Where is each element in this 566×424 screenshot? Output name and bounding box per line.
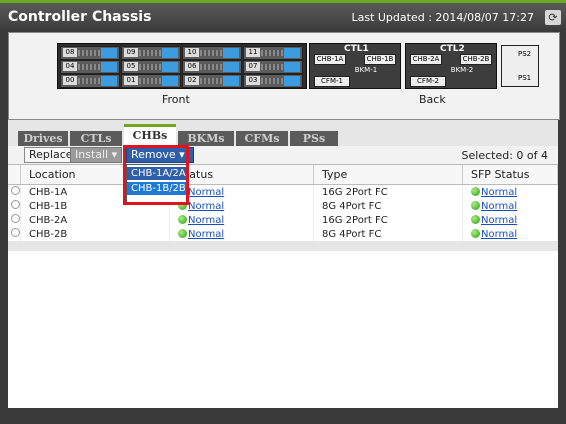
status-ok-icon bbox=[471, 229, 480, 238]
drive-slot[interactable]: 00 bbox=[60, 74, 120, 88]
location-cell: CHB-2A bbox=[20, 213, 170, 227]
chb-1a[interactable]: CHB-1A bbox=[314, 54, 346, 65]
drive-slot[interactable]: 01 bbox=[121, 74, 181, 88]
status-ok-icon bbox=[178, 215, 187, 224]
status-header[interactable]: Status bbox=[169, 165, 314, 185]
drive-slot[interactable]: 05 bbox=[121, 60, 181, 74]
sfp-status-link[interactable]: Normal bbox=[481, 215, 517, 226]
location-cell: CHB-2B bbox=[20, 227, 170, 241]
ps2-label: PS2 bbox=[518, 50, 532, 58]
status-link[interactable]: Normal bbox=[188, 215, 224, 226]
tab-pss[interactable]: PSs bbox=[290, 131, 338, 146]
remove-dropdown-menu: CHB-1A/2A CHB-1B/2B bbox=[126, 164, 188, 204]
chassis-view: 08 09 10 11 04 05 06 07 00 01 02 03 Fron… bbox=[8, 32, 560, 120]
status-link[interactable]: Normal bbox=[188, 187, 224, 198]
drive-slot[interactable]: 07 bbox=[243, 60, 303, 74]
page-title: Controller Chassis bbox=[8, 9, 152, 25]
sfp-status-header[interactable]: SFP Status bbox=[462, 165, 558, 185]
drive-slot[interactable]: 03 bbox=[243, 74, 303, 88]
row-radio[interactable] bbox=[11, 200, 20, 209]
drive-slot[interactable]: 11 bbox=[243, 46, 303, 60]
status-ok-icon bbox=[178, 229, 187, 238]
drive-slot[interactable]: 10 bbox=[182, 46, 242, 60]
row-radio[interactable] bbox=[11, 214, 20, 223]
chb-table: Location Status Type SFP Status CHB-1A N… bbox=[8, 165, 558, 241]
select-column-header bbox=[8, 165, 21, 185]
refresh-icon[interactable]: ⟳ bbox=[545, 10, 561, 25]
tab-chbs[interactable]: CHBs bbox=[124, 124, 176, 146]
drive-slot[interactable]: 09 bbox=[121, 46, 181, 60]
tab-bkms[interactable]: BKMs bbox=[178, 131, 234, 146]
cfm-2[interactable]: CFM-2 bbox=[410, 76, 446, 87]
toolbar: Replace Install ▾ Remove ▾ Selected: 0 o… bbox=[8, 146, 558, 165]
table-row[interactable]: CHB-1A Normal 16G 2Port FC Normal bbox=[8, 184, 558, 199]
last-updated: Last Updated : 2014/08/07 17:27 bbox=[351, 11, 534, 24]
chevron-down-icon: ▾ bbox=[111, 148, 118, 161]
table-row[interactable]: CHB-2B Normal 8G 4Port FC Normal bbox=[8, 227, 558, 241]
drive-slot[interactable]: 06 bbox=[182, 60, 242, 74]
tab-drives[interactable]: Drives bbox=[18, 131, 68, 146]
status-ok-icon bbox=[471, 187, 480, 196]
back-panel: CTL1 CHB-1A CHB-1B BKM-1 CFM-1 CTL2 CHB-… bbox=[309, 43, 559, 89]
bkm-2[interactable]: BKM-2 bbox=[434, 66, 490, 74]
back-label: Back bbox=[419, 93, 446, 106]
chb-2a[interactable]: CHB-2A bbox=[410, 54, 442, 65]
title-bar: Controller Chassis Last Updated : 2014/0… bbox=[0, 3, 566, 30]
status-link[interactable]: Normal bbox=[188, 229, 224, 240]
type-cell: 8G 4Port FC bbox=[313, 199, 463, 213]
ctl1-module[interactable]: CTL1 CHB-1A CHB-1B BKM-1 CFM-1 bbox=[309, 43, 401, 89]
sfp-status-link[interactable]: Normal bbox=[481, 229, 517, 240]
type-cell: 8G 4Port FC bbox=[313, 227, 463, 241]
tab-ctls[interactable]: CTLs bbox=[70, 131, 122, 146]
table-row[interactable]: CHB-1B Normal 8G 4Port FC Normal bbox=[8, 199, 558, 213]
table-empty-area bbox=[8, 251, 558, 408]
component-panel: Drives CTLs CHBs BKMs CFMs PSs Replace I… bbox=[8, 120, 558, 408]
drive-slot[interactable]: 02 bbox=[182, 74, 242, 88]
ctl2-module[interactable]: CTL2 CHB-2A CHB-2B BKM-2 CFM-2 bbox=[405, 43, 497, 89]
cfm-1[interactable]: CFM-1 bbox=[314, 76, 350, 87]
status-ok-icon bbox=[471, 201, 480, 210]
drive-slot[interactable]: 04 bbox=[60, 60, 120, 74]
table-row[interactable]: CHB-2A Normal 16G 2Port FC Normal bbox=[8, 213, 558, 227]
type-header[interactable]: Type bbox=[313, 165, 463, 185]
type-cell: 16G 2Port FC bbox=[313, 213, 463, 227]
selection-count: Selected: 0 of 4 bbox=[461, 149, 548, 162]
chevron-down-icon: ▾ bbox=[179, 148, 185, 161]
power-supply[interactable]: PS2 PS1 bbox=[501, 45, 539, 87]
chb-1b[interactable]: CHB-1B bbox=[364, 54, 396, 65]
front-panel: 08 09 10 11 04 05 06 07 00 01 02 03 bbox=[57, 43, 307, 89]
remove-button[interactable]: Remove ▾ bbox=[126, 147, 194, 163]
chb-2b[interactable]: CHB-2B bbox=[460, 54, 492, 65]
row-radio[interactable] bbox=[11, 228, 20, 237]
sfp-status-link[interactable]: Normal bbox=[481, 201, 517, 212]
type-cell: 16G 2Port FC bbox=[313, 184, 463, 199]
tab-cfms[interactable]: CFMs bbox=[236, 131, 288, 146]
status-link[interactable]: Normal bbox=[188, 201, 224, 212]
menu-item-chb-1b-2b[interactable]: CHB-1B/2B bbox=[127, 182, 187, 195]
ps1-label: PS1 bbox=[518, 74, 532, 82]
status-ok-icon bbox=[471, 215, 480, 224]
install-button[interactable]: Install ▾ bbox=[70, 147, 123, 163]
row-radio[interactable] bbox=[11, 186, 20, 195]
drive-slot[interactable]: 08 bbox=[60, 46, 120, 60]
menu-item-chb-1a-2a[interactable]: CHB-1A/2A bbox=[127, 167, 187, 180]
bkm-1[interactable]: BKM-1 bbox=[338, 66, 394, 74]
front-label: Front bbox=[162, 93, 190, 106]
sfp-status-link[interactable]: Normal bbox=[481, 187, 517, 198]
